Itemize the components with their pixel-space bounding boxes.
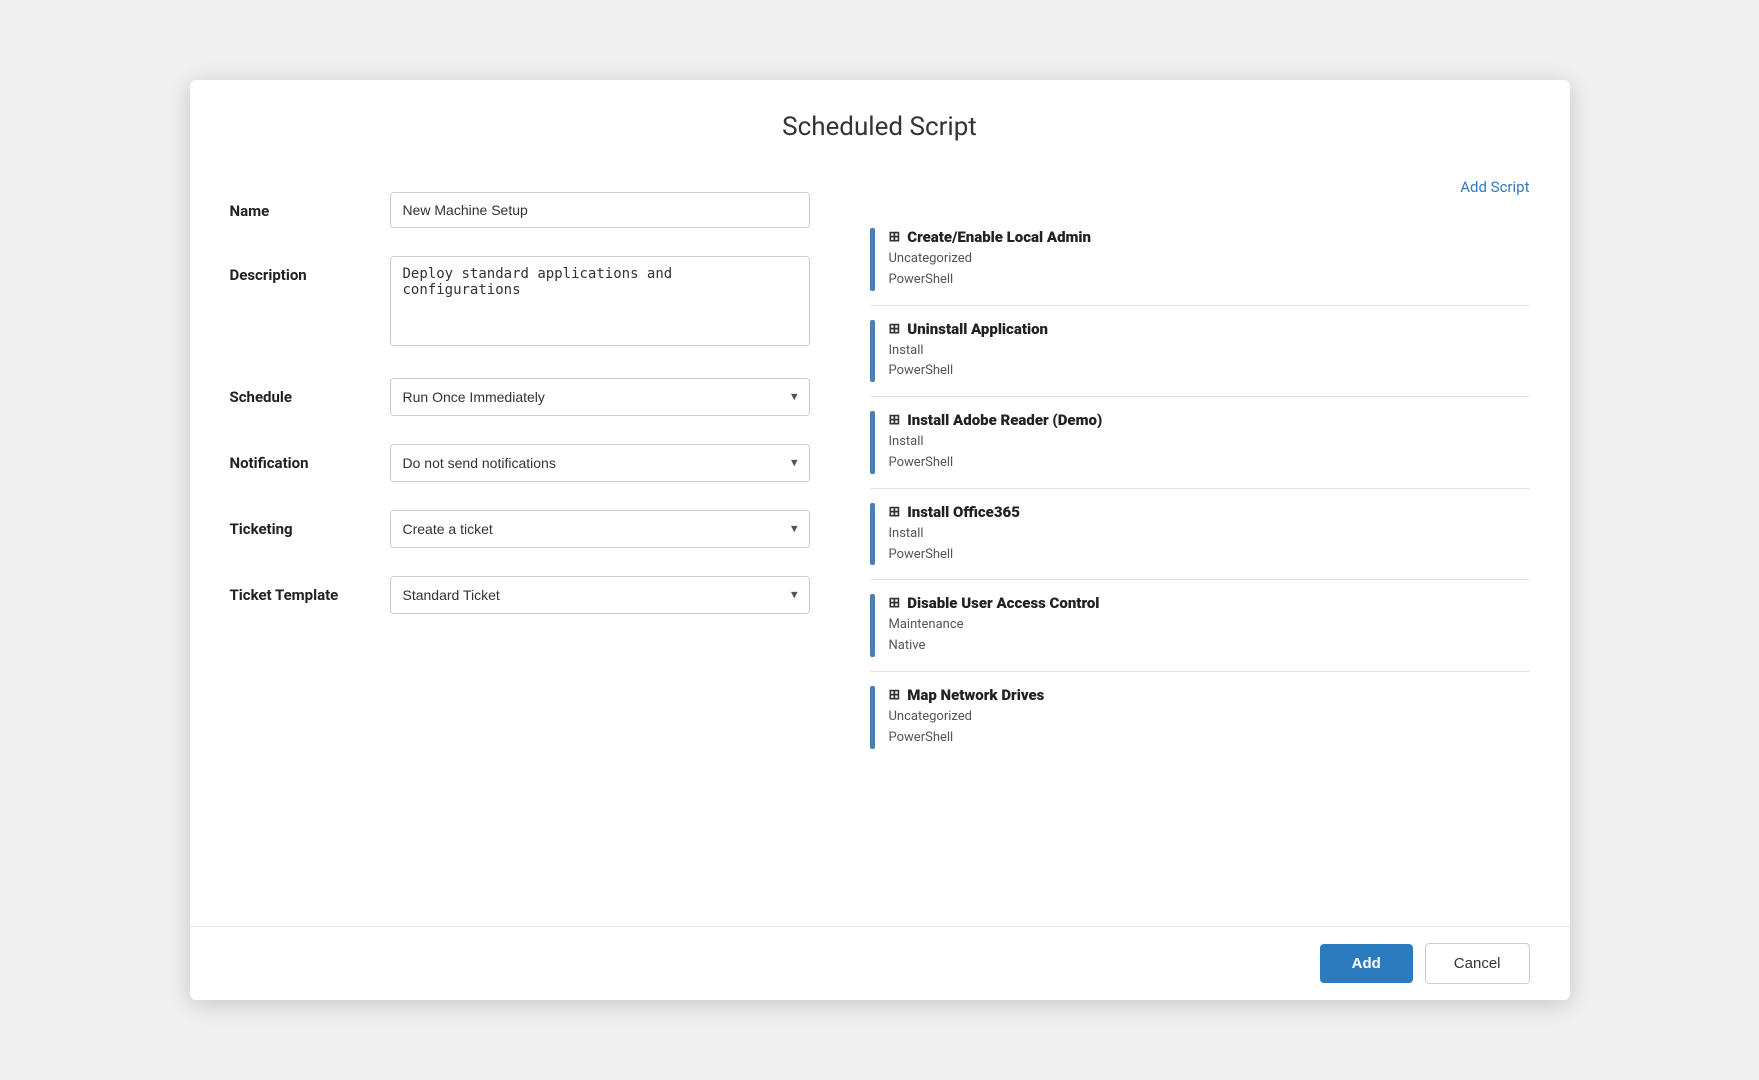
- windows-icon: ⊞: [889, 504, 901, 520]
- windows-icon: ⊞: [889, 321, 901, 337]
- script-info: ⊞ Install Office365 InstallPowerShell: [889, 503, 1530, 566]
- form-panel: Name Description Deploy standard applica…: [190, 162, 850, 926]
- script-name: ⊞ Create/Enable Local Admin: [889, 228, 1530, 246]
- script-accent-bar: [870, 320, 875, 383]
- script-meta: InstallPowerShell: [889, 341, 1530, 383]
- scripts-list: ⊞ Create/Enable Local Admin Uncategorize…: [870, 214, 1530, 763]
- description-input[interactable]: Deploy standard applications and configu…: [390, 256, 810, 346]
- ticketing-row: Ticketing Create a ticket Do not create …: [230, 510, 810, 548]
- ticketing-select-wrapper: Create a ticket Do not create a ticket ▾: [390, 510, 810, 548]
- script-meta: InstallPowerShell: [889, 524, 1530, 566]
- script-name: ⊞ Install Adobe Reader (Demo): [889, 411, 1530, 429]
- description-row: Description Deploy standard applications…: [230, 256, 810, 350]
- script-accent-bar: [870, 228, 875, 291]
- notification-select-wrapper: Do not send notifications Send on succes…: [390, 444, 810, 482]
- list-item: ⊞ Create/Enable Local Admin Uncategorize…: [870, 214, 1530, 306]
- script-meta: UncategorizedPowerShell: [889, 249, 1530, 291]
- ticket-template-select-wrapper: Standard Ticket Priority Ticket No Templ…: [390, 576, 810, 614]
- script-name: ⊞ Uninstall Application: [889, 320, 1530, 338]
- modal-body: Name Description Deploy standard applica…: [190, 162, 1570, 926]
- windows-icon: ⊞: [889, 595, 901, 611]
- name-label: Name: [230, 192, 390, 220]
- script-name: ⊞ Disable User Access Control: [889, 594, 1530, 612]
- schedule-row: Schedule Run Once Immediately Daily Week…: [230, 378, 810, 416]
- script-accent-bar: [870, 411, 875, 474]
- schedule-label: Schedule: [230, 378, 390, 406]
- modal-dialog: Scheduled Script Name Description Deploy…: [190, 80, 1570, 1000]
- modal-footer: Add Cancel: [190, 926, 1570, 1000]
- modal-title: Scheduled Script: [230, 112, 1530, 142]
- list-item: ⊞ Disable User Access Control Maintenanc…: [870, 580, 1530, 672]
- windows-icon: ⊞: [889, 412, 901, 428]
- name-input[interactable]: [390, 192, 810, 228]
- description-label: Description: [230, 256, 390, 284]
- ticket-template-select[interactable]: Standard Ticket Priority Ticket No Templ…: [390, 576, 810, 614]
- script-accent-bar: [870, 594, 875, 657]
- add-button[interactable]: Add: [1320, 944, 1413, 983]
- notification-select[interactable]: Do not send notifications Send on succes…: [390, 444, 810, 482]
- windows-icon: ⊞: [889, 229, 901, 245]
- script-meta: InstallPowerShell: [889, 432, 1530, 474]
- schedule-select[interactable]: Run Once Immediately Daily Weekly Monthl…: [390, 378, 810, 416]
- ticketing-select[interactable]: Create a ticket Do not create a ticket: [390, 510, 810, 548]
- page-background: Scheduled Script Name Description Deploy…: [0, 0, 1759, 1080]
- ticket-template-row: Ticket Template Standard Ticket Priority…: [230, 576, 810, 614]
- script-name: ⊞ Map Network Drives: [889, 686, 1530, 704]
- list-item: ⊞ Uninstall Application InstallPowerShel…: [870, 306, 1530, 398]
- list-item: ⊞ Install Adobe Reader (Demo) InstallPow…: [870, 397, 1530, 489]
- notification-row: Notification Do not send notifications S…: [230, 444, 810, 482]
- list-item: ⊞ Map Network Drives UncategorizedPowerS…: [870, 672, 1530, 763]
- script-accent-bar: [870, 686, 875, 749]
- script-info: ⊞ Create/Enable Local Admin Uncategorize…: [889, 228, 1530, 291]
- script-meta: UncategorizedPowerShell: [889, 707, 1530, 749]
- description-field-wrapper: Deploy standard applications and configu…: [390, 256, 810, 350]
- ticket-template-label: Ticket Template: [230, 576, 390, 604]
- notification-field-wrapper: Do not send notifications Send on succes…: [390, 444, 810, 482]
- script-meta: MaintenanceNative: [889, 615, 1530, 657]
- schedule-select-wrapper: Run Once Immediately Daily Weekly Monthl…: [390, 378, 810, 416]
- add-script-link[interactable]: Add Script: [870, 178, 1530, 196]
- script-info: ⊞ Map Network Drives UncategorizedPowerS…: [889, 686, 1530, 749]
- scripts-panel: Add Script ⊞ Create/Enable Local Admin U…: [850, 162, 1570, 926]
- script-info: ⊞ Uninstall Application InstallPowerShel…: [889, 320, 1530, 383]
- modal-header: Scheduled Script: [190, 80, 1570, 162]
- list-item: ⊞ Install Office365 InstallPowerShell: [870, 489, 1530, 581]
- script-name: ⊞ Install Office365: [889, 503, 1530, 521]
- ticketing-field-wrapper: Create a ticket Do not create a ticket ▾: [390, 510, 810, 548]
- script-info: ⊞ Install Adobe Reader (Demo) InstallPow…: [889, 411, 1530, 474]
- name-row: Name: [230, 192, 810, 228]
- notification-label: Notification: [230, 444, 390, 472]
- schedule-field-wrapper: Run Once Immediately Daily Weekly Monthl…: [390, 378, 810, 416]
- name-field-wrapper: [390, 192, 810, 228]
- cancel-button[interactable]: Cancel: [1425, 943, 1530, 984]
- script-accent-bar: [870, 503, 875, 566]
- windows-icon: ⊞: [889, 687, 901, 703]
- ticketing-label: Ticketing: [230, 510, 390, 538]
- ticket-template-field-wrapper: Standard Ticket Priority Ticket No Templ…: [390, 576, 810, 614]
- script-info: ⊞ Disable User Access Control Maintenanc…: [889, 594, 1530, 657]
